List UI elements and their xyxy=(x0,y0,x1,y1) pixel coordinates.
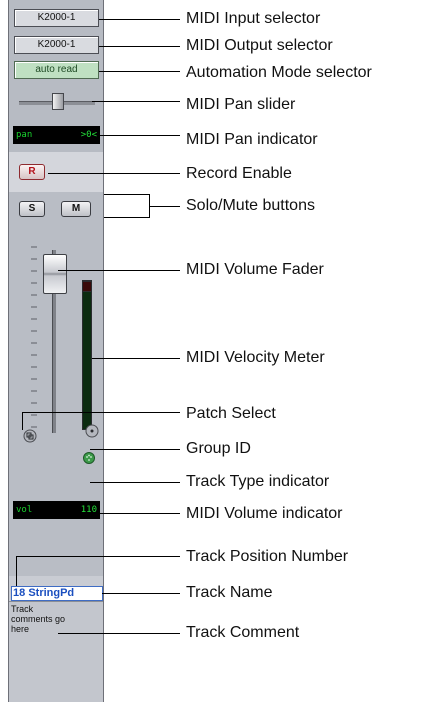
group-id-icon[interactable] xyxy=(85,424,99,438)
callout-bracket-solo-mute xyxy=(104,194,150,218)
callout-label-track-position: Track Position Number xyxy=(186,548,349,565)
volume-fader-cap[interactable] xyxy=(43,254,67,294)
callout-line-automation-mode xyxy=(99,71,180,72)
midi-channel-strip: K2000-1 K2000-1 auto read pan >0< R S M xyxy=(8,0,104,702)
callout-line-volume-fader xyxy=(58,270,180,271)
pan-indicator: pan >0< xyxy=(13,126,100,144)
callout-line-patch-select-v xyxy=(22,412,23,430)
callout-line-track-comment xyxy=(58,633,180,634)
callout-line-pan-slider xyxy=(92,101,180,102)
callout-line-track-type xyxy=(90,482,180,483)
callout-line-patch-select-h xyxy=(22,412,180,413)
velocity-meter-clip-indicator xyxy=(82,281,92,292)
automation-mode-selector[interactable]: auto read xyxy=(14,61,99,79)
callout-label-pan-slider: MIDI Pan slider xyxy=(186,96,296,113)
pan-indicator-label: pan xyxy=(16,130,33,140)
mute-button[interactable]: M xyxy=(61,201,91,217)
callout-label-group-id: Group ID xyxy=(186,440,251,457)
callout-line-group-id xyxy=(90,449,180,450)
callout-label-track-name: Track Name xyxy=(186,584,273,601)
volume-indicator: vol 110 xyxy=(13,501,100,519)
callout-label-track-comment: Track Comment xyxy=(186,624,300,641)
callout-label-record-enable: Record Enable xyxy=(186,165,292,182)
callout-label-pan-indicator: MIDI Pan indicator xyxy=(186,131,318,148)
callout-label-patch-select: Patch Select xyxy=(186,405,276,422)
callout-label-volume-indicator: MIDI Volume indicator xyxy=(186,505,343,522)
callout-line-midi-input xyxy=(99,19,180,20)
record-enable-button[interactable]: R xyxy=(19,164,45,180)
callout-label-velocity-meter: MIDI Velocity Meter xyxy=(186,349,325,366)
callout-label-solo-mute: Solo/Mute buttons xyxy=(186,197,315,214)
callout-line-solo-mute xyxy=(150,206,180,207)
callout-label-automation-mode: Automation Mode selector xyxy=(186,64,372,81)
callout-line-track-position-v xyxy=(16,556,17,586)
midi-input-selector[interactable]: K2000-1 xyxy=(14,9,99,27)
fader-scale xyxy=(31,246,37,428)
midi-track-type-icon xyxy=(83,452,95,464)
patch-select-icon[interactable] xyxy=(23,429,37,443)
track-comment-box[interactable]: Track comments go here xyxy=(9,601,103,702)
callout-line-record-enable xyxy=(48,173,180,174)
pan-indicator-value: >0< xyxy=(80,130,97,140)
callout-line-volume-indicator xyxy=(99,513,180,514)
callout-label-volume-fader: MIDI Volume Fader xyxy=(186,261,324,278)
track-position-number: 18 xyxy=(13,587,26,599)
volume-indicator-value: 110 xyxy=(80,505,97,515)
callout-label-track-type: Track Type indicator xyxy=(186,473,330,490)
callout-line-track-name xyxy=(102,593,180,594)
callout-line-velocity-meter xyxy=(92,358,180,359)
volume-indicator-label: vol xyxy=(16,505,33,515)
callout-label-midi-input: MIDI Input selector xyxy=(186,10,321,27)
callout-line-track-position-h xyxy=(16,556,180,557)
pan-slider-thumb[interactable] xyxy=(52,93,64,110)
midi-output-selector[interactable]: K2000-1 xyxy=(14,36,99,54)
callout-label-midi-output: MIDI Output selector xyxy=(186,37,333,54)
callout-line-midi-output xyxy=(99,46,180,47)
callout-line-pan-indicator xyxy=(99,135,180,136)
track-name-field[interactable]: 18 StringPd xyxy=(11,586,103,601)
velocity-meter xyxy=(82,280,92,430)
solo-button[interactable]: S xyxy=(19,201,45,217)
track-name-text: StringPd xyxy=(28,587,75,599)
